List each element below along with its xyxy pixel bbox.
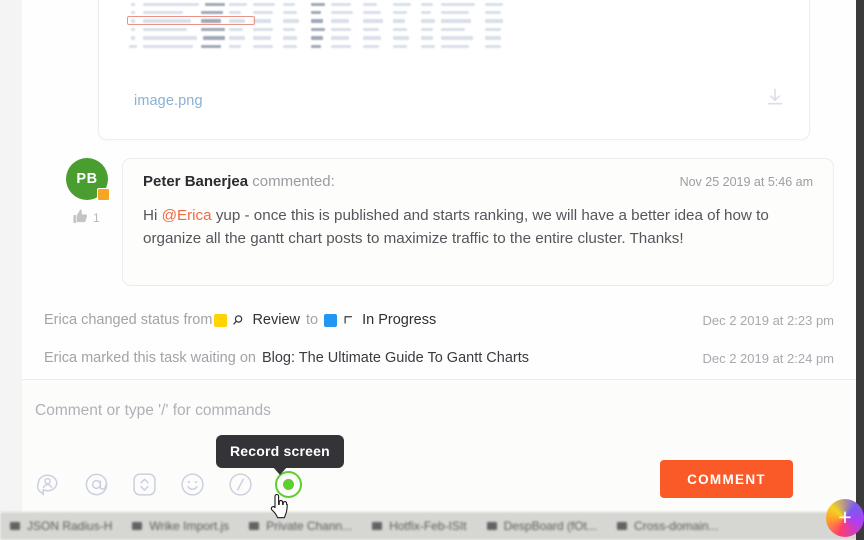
comment-header: Peter Banerjea commented: Nov 25 2019 at… bbox=[143, 173, 813, 190]
comment-bubble: Peter Banerjea commented: Nov 25 2019 at… bbox=[122, 158, 834, 286]
avatar-status-badge bbox=[97, 188, 110, 201]
activity-actor-text: Erica marked this task waiting on bbox=[44, 350, 256, 366]
reaction-count: 1 bbox=[93, 211, 100, 225]
assign-comment-icon[interactable] bbox=[35, 471, 62, 498]
reaction-thumbs-up[interactable]: 1 bbox=[72, 208, 100, 228]
taskbar-item-label: JSON Radius-H bbox=[27, 519, 113, 533]
taskbar-item-icon bbox=[249, 522, 260, 530]
comment-body-rest: yup - once this is published and starts … bbox=[143, 207, 769, 248]
activity-row-waiting-on: Erica marked this task waiting on Blog: … bbox=[44, 350, 856, 366]
arrow-up-left-icon bbox=[342, 313, 357, 328]
avatar[interactable]: PB bbox=[66, 158, 110, 201]
comment-input[interactable]: Comment or type '/' for commands bbox=[35, 402, 271, 420]
comment-timestamp: Nov 25 2019 at 5:46 am bbox=[679, 175, 813, 189]
taskbar-item-icon bbox=[372, 522, 383, 530]
taskbar-item[interactable]: DespBoard (fOt... bbox=[477, 519, 607, 533]
activity-row-status-change: Erica changed status from Review to In P… bbox=[44, 312, 856, 328]
mouse-cursor-pointer bbox=[269, 493, 291, 520]
fab-add-button[interactable]: + bbox=[826, 499, 864, 537]
attachment-card[interactable]: image.png bbox=[98, 0, 810, 140]
taskbar-item-label: Hotfix-Feb-ISIt bbox=[389, 519, 467, 533]
emoji-icon[interactable] bbox=[179, 471, 206, 498]
record-dot bbox=[283, 479, 294, 490]
app-screen: image.png PB 1 Peter Banerjea commented:… bbox=[0, 0, 864, 540]
status-to: In Progress bbox=[324, 312, 436, 328]
status-from: Review bbox=[214, 312, 300, 328]
composer-toolbar bbox=[35, 471, 302, 498]
avatar-initials: PB bbox=[76, 171, 98, 187]
plus-icon: + bbox=[838, 503, 852, 530]
comment-body: Hi @Erica yup - once this is published a… bbox=[143, 204, 813, 251]
taskbar-item[interactable]: JSON Radius-H bbox=[0, 519, 122, 533]
taskbar-item-icon bbox=[10, 522, 20, 530]
os-taskbar[interactable]: JSON Radius-H Wrike Import.js Private Ch… bbox=[0, 512, 864, 540]
comment-mention[interactable]: @Erica bbox=[162, 207, 212, 224]
activity-timestamp: Dec 2 2019 at 2:24 pm bbox=[702, 350, 834, 366]
taskbar-item-label: Private Chann... bbox=[266, 519, 353, 533]
record-screen-tooltip: Record screen bbox=[216, 435, 344, 475]
window-right-edge bbox=[856, 0, 864, 540]
taskbar-item[interactable]: Wrike Import.js bbox=[122, 519, 239, 533]
comment-action-text: commented: bbox=[252, 173, 335, 190]
activity-timestamp: Dec 2 2019 at 2:23 pm bbox=[702, 312, 834, 328]
window-left-gutter bbox=[0, 0, 22, 512]
comment-author-line: Peter Banerjea commented: bbox=[143, 173, 335, 190]
taskbar-item-icon bbox=[486, 522, 497, 530]
activity-middle-text: to bbox=[306, 312, 319, 328]
taskbar-item-label: DespBoard (fOt... bbox=[503, 519, 597, 533]
taskbar-item[interactable]: Cross-domain... bbox=[607, 519, 729, 533]
activity-target-task[interactable]: Blog: The Ultimate Guide To Gantt Charts bbox=[262, 350, 529, 366]
taskbar-item-label: Cross-domain... bbox=[633, 519, 719, 533]
status-from-label: Review bbox=[252, 312, 300, 328]
magnifier-icon bbox=[232, 313, 247, 328]
taskbar-item-icon bbox=[616, 522, 627, 530]
attachment-thumbnail[interactable] bbox=[125, 0, 517, 63]
taskbar-item[interactable]: Hotfix-Feb-ISIt bbox=[362, 519, 476, 533]
mention-icon[interactable] bbox=[83, 471, 110, 498]
status-color-swatch-yellow bbox=[214, 313, 228, 327]
task-activity-scroll-area[interactable]: image.png PB 1 Peter Banerjea commented:… bbox=[22, 0, 856, 380]
taskbar-item-icon bbox=[132, 522, 143, 530]
activity-actor-text: Erica changed status from bbox=[44, 312, 213, 328]
download-icon[interactable] bbox=[765, 87, 785, 107]
taskbar-item[interactable]: Private Chann... bbox=[239, 519, 362, 533]
status-color-swatch-blue bbox=[324, 313, 338, 327]
comment-composer: Comment or type '/' for commands COMMENT bbox=[22, 380, 856, 512]
submit-comment-button[interactable]: COMMENT bbox=[660, 460, 793, 498]
attachment-filename[interactable]: image.png bbox=[134, 93, 203, 109]
comment-author: Peter Banerjea bbox=[143, 173, 249, 190]
slash-command-icon[interactable] bbox=[227, 471, 254, 498]
taskbar-item-label: Wrike Import.js bbox=[149, 519, 230, 533]
comment-body-prefix: Hi bbox=[143, 207, 162, 224]
status-to-label: In Progress bbox=[362, 312, 437, 328]
expand-collapse-icon[interactable] bbox=[131, 471, 158, 498]
thumbs-up-icon bbox=[72, 208, 89, 228]
